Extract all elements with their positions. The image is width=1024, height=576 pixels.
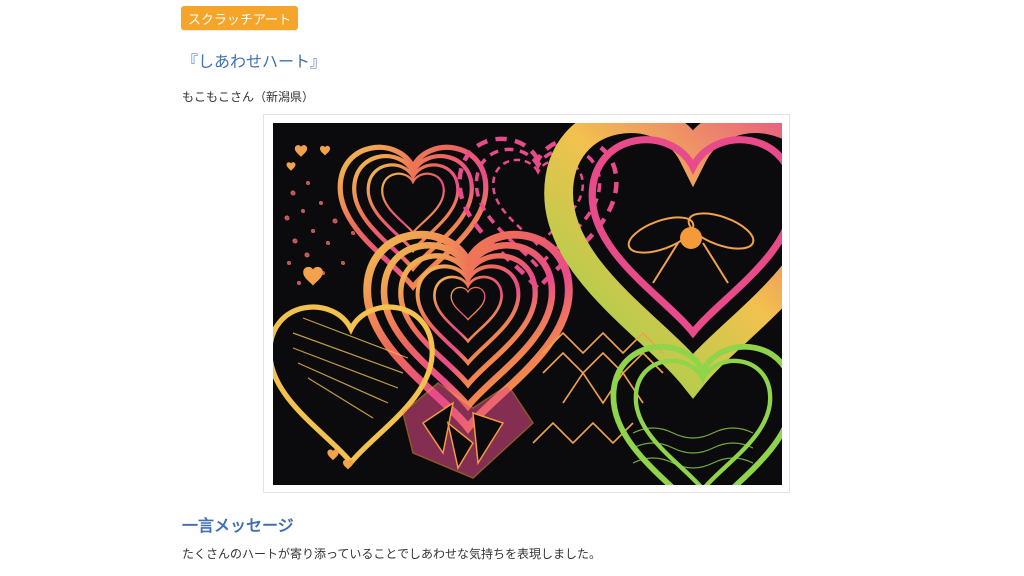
message-heading: 一言メッセージ xyxy=(182,516,294,535)
artwork-image-frame xyxy=(263,114,790,493)
message-body: たくさんのハートが寄り添っていることでしあわせな気持ちを表現しました。 xyxy=(182,547,602,561)
artwork-author: もこもこさん（新潟県） xyxy=(182,90,315,104)
category-tag[interactable]: スクラッチアート xyxy=(181,6,298,30)
artwork-title: 『しあわせハート』 xyxy=(182,52,327,71)
scratch-art-image xyxy=(273,123,782,485)
